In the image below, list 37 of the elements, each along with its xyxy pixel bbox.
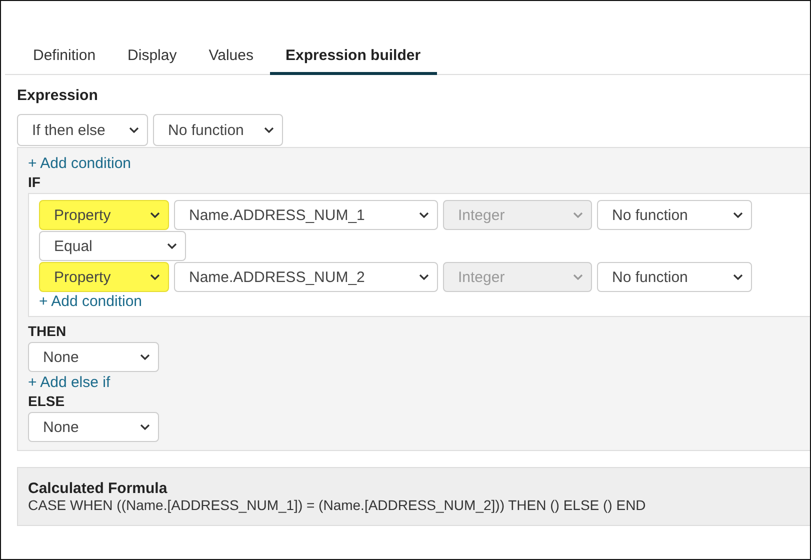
chevron-down-icon [140,354,150,360]
tab[interactable]: Expression builder [270,39,437,75]
chevron-down-icon [150,212,160,218]
tab[interactable]: Display [112,39,193,75]
chevron-down-icon [573,212,583,218]
dropdown[interactable]: No function [153,114,283,146]
chevron-down-icon [733,212,743,218]
formula-text: CASE WHEN ((Name.[ADDRESS_NUM_1]) = (Name.[ADDRESS_NUM_2])) THEN () ELSE () END [28,497,647,513]
dropdown[interactable]: No function [597,200,752,230]
chevron-down-icon [419,212,429,218]
chevron-down-icon [573,274,583,280]
chevron-down-icon [419,274,429,280]
chevron-down-icon [150,274,160,280]
dropdown[interactable]: Property [39,200,169,230]
dropdown[interactable]: None [28,412,159,442]
if-label: IF [28,174,42,190]
tab[interactable]: Definition [19,39,112,75]
dropdown[interactable]: Equal [39,231,186,261]
dropdown[interactable]: If then else [17,114,148,146]
dropdown[interactable]: Name.ADDRESS_NUM_2 [174,262,438,292]
add-condition-link[interactable]: + Add condition [39,293,810,310]
chevron-down-icon [140,424,150,430]
dropdown[interactable]: No function [597,262,752,292]
dropdown[interactable]: None [28,342,159,372]
chevron-down-icon [129,127,139,133]
add-condition-link[interactable]: + Add condition [28,155,810,172]
then-label: THEN [28,323,68,339]
tab[interactable]: Values [192,39,270,75]
section-heading: Expression [17,87,99,104]
chevron-down-icon [733,274,743,280]
dropdown[interactable]: Property [39,262,169,292]
add-else-if-link[interactable]: + Add else if [28,374,810,391]
dropdown[interactable]: Name.ADDRESS_NUM_1 [174,200,438,230]
else-label: ELSE [28,393,66,409]
formula-title: Calculated Formula [28,480,168,497]
chevron-down-icon [167,243,177,249]
chevron-down-icon [264,127,274,133]
